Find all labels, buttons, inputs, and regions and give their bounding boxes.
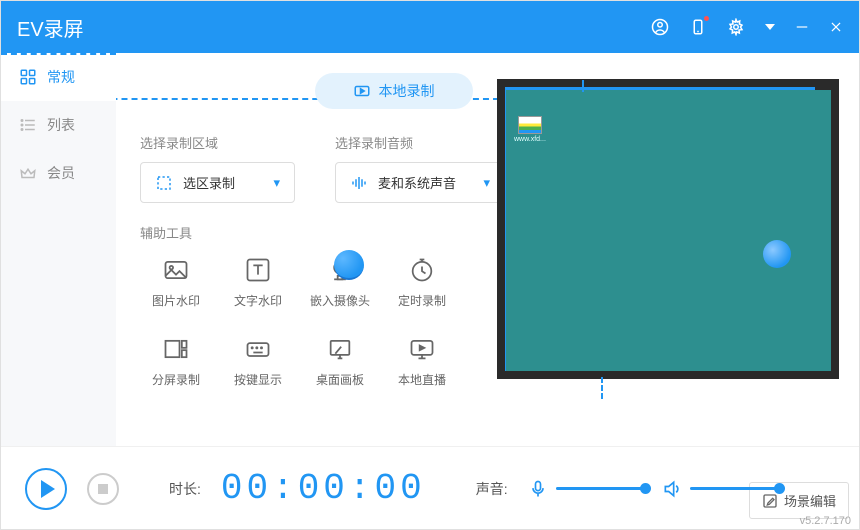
keyboard-icon xyxy=(244,335,272,363)
tool-embed-camera[interactable]: 嵌入摄像头 xyxy=(304,256,376,309)
tool-text-watermark[interactable]: 文字水印 xyxy=(222,256,294,309)
mic-icon[interactable] xyxy=(528,479,548,499)
text-icon xyxy=(244,256,272,284)
app-title: EV录屏 xyxy=(17,13,84,42)
minimize-icon[interactable] xyxy=(795,18,809,36)
tool-desktop-canvas[interactable]: 桌面画板 xyxy=(304,335,376,388)
edit-icon xyxy=(762,493,778,509)
user-icon[interactable] xyxy=(651,18,669,36)
play-icon xyxy=(41,480,55,498)
tool-label: 本地直播 xyxy=(398,371,446,388)
area-label: 选择录制区域 xyxy=(140,133,295,152)
area-select[interactable]: 选区录制 ▾ xyxy=(140,162,295,203)
record-icon xyxy=(353,82,371,100)
split-icon xyxy=(162,335,190,363)
settings-icon[interactable] xyxy=(727,18,745,36)
audio-wave-icon xyxy=(350,174,368,192)
device-icon[interactable] xyxy=(689,18,707,36)
sidebar-item-label: 列表 xyxy=(47,115,75,135)
sound-label: 声音: xyxy=(476,479,508,499)
audio-label: 选择录制音频 xyxy=(335,133,505,152)
tool-label: 桌面画板 xyxy=(316,371,364,388)
audio-section: 选择录制音频 麦和系统声音 ▾ xyxy=(335,133,505,203)
audio-select[interactable]: 麦和系统声音 ▾ xyxy=(335,162,505,203)
play-button[interactable] xyxy=(25,468,67,510)
tool-timed-record[interactable]: 定时录制 xyxy=(386,256,458,309)
timer-value: 00:00:00 xyxy=(221,468,426,509)
preview-panel: www.xfd... xyxy=(497,79,839,379)
sidebar: 常规 列表 会员 xyxy=(1,53,116,446)
header-icons xyxy=(651,18,843,36)
sidebar-item-general[interactable]: 常规 xyxy=(1,53,116,101)
list-icon xyxy=(19,116,37,134)
tool-label: 按键显示 xyxy=(234,371,282,388)
mic-slider[interactable] xyxy=(556,487,646,490)
clock-icon xyxy=(408,256,436,284)
header: EV录屏 xyxy=(1,1,859,53)
stop-button[interactable] xyxy=(87,473,119,505)
tool-split-screen[interactable]: 分屏录制 xyxy=(140,335,212,388)
version-label: v5.2.7.170 xyxy=(800,515,851,527)
region-icon xyxy=(155,174,173,192)
tool-image-watermark[interactable]: 图片水印 xyxy=(140,256,212,309)
area-value: 选区录制 xyxy=(183,173,235,192)
chevron-down-icon: ▾ xyxy=(483,175,490,191)
audio-value: 麦和系统声音 xyxy=(378,173,456,192)
sidebar-item-member[interactable]: 会员 xyxy=(1,149,116,197)
tab-label: 本地录制 xyxy=(379,81,435,101)
tool-keypress-display[interactable]: 按键显示 xyxy=(222,335,294,388)
bottom-bar: 时长: 00:00:00 声音: xyxy=(1,446,859,530)
timer-label: 时长: xyxy=(169,479,201,499)
preview-desktop-item: www.xfd... xyxy=(514,116,546,143)
tool-label: 定时录制 xyxy=(398,292,446,309)
scene-edit-label: 场景编辑 xyxy=(784,491,836,510)
monitor-play-icon xyxy=(408,335,436,363)
cursor-indicator xyxy=(763,240,791,268)
speaker-slider[interactable] xyxy=(690,487,780,490)
sound-controls xyxy=(528,479,780,499)
tab-local-record[interactable]: 本地录制 xyxy=(315,73,473,109)
stop-icon xyxy=(98,484,108,494)
area-section: 选择录制区域 选区录制 ▾ xyxy=(140,133,295,203)
dropdown-icon[interactable] xyxy=(765,24,775,30)
speaker-icon[interactable] xyxy=(662,479,682,499)
chevron-down-icon: ▾ xyxy=(273,175,280,191)
crown-icon xyxy=(19,164,37,182)
image-icon xyxy=(162,256,190,284)
tool-local-stream[interactable]: 本地直播 xyxy=(386,335,458,388)
sidebar-item-list[interactable]: 列表 xyxy=(1,101,116,149)
tool-label: 嵌入摄像头 xyxy=(310,292,370,309)
camera-icon xyxy=(326,256,354,284)
dashed-connector xyxy=(601,377,603,399)
preview-desktop-text: www.xfd... xyxy=(514,136,546,143)
grid-icon xyxy=(19,68,37,86)
tool-label: 图片水印 xyxy=(152,292,200,309)
sidebar-item-label: 会员 xyxy=(47,163,75,183)
sidebar-item-label: 常规 xyxy=(47,67,75,87)
tool-label: 分屏录制 xyxy=(152,371,200,388)
canvas-icon xyxy=(326,335,354,363)
tool-label: 文字水印 xyxy=(234,292,282,309)
preview-screen: www.xfd... xyxy=(505,87,831,371)
close-icon[interactable] xyxy=(829,18,843,36)
